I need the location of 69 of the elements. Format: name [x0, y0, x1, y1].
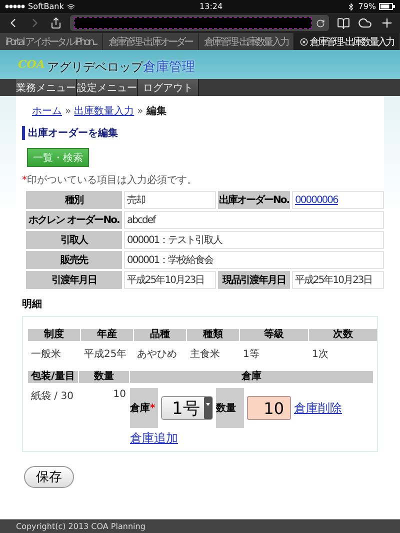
column-header: 等級 [240, 329, 308, 341]
table-cell-text: 紙袋 / 30 [30, 390, 74, 404]
warehouse-select[interactable]: 1号 [161, 396, 213, 420]
logo-highlight: 倉庫管理 [142, 59, 195, 76]
column-header: 包装/量目 [28, 371, 78, 383]
browser-tab[interactable]: 倉庫管理- 出庫数量入力 [198, 33, 294, 50]
browser-tab[interactable]: 倉庫管理- 出庫数量入力 [294, 33, 400, 50]
breadcrumb-link[interactable]: 出庫数量入力 [74, 104, 134, 118]
field-value: 000001：テスト引取人 [124, 231, 384, 249]
status-time: 13:24 [200, 2, 223, 11]
table-cell-text: 主食米 [189, 348, 221, 362]
field-label: 出庫オーダーNo. [218, 191, 290, 209]
detail-title: 明細 [22, 298, 43, 311]
breadcrumb-current: 編集 [146, 104, 166, 118]
field-label: 引取人 [26, 231, 122, 249]
close-icon[interactable] [300, 38, 308, 46]
field-value: abcdef [124, 211, 384, 229]
quantity-field[interactable]: 10 [247, 396, 291, 420]
add-tab-icon[interactable] [380, 16, 394, 30]
field-value: 平成25年10月23日 [292, 271, 384, 289]
copyright-text: Copyright(c) 2013 COA Planning [16, 522, 146, 531]
share-icon[interactable] [50, 17, 62, 29]
table-cell-text: 10 [112, 388, 127, 402]
column-header: 制度 [28, 329, 80, 341]
menu-item[interactable]: 業務メニュー [16, 79, 77, 96]
table-cell-text: 1等 [242, 348, 260, 362]
save-button[interactable]: 保存 [24, 466, 74, 488]
field-value: 000001：学校給食会 [124, 251, 384, 269]
logo-brand: COA [18, 58, 45, 71]
breadcrumb-link[interactable]: ホーム [32, 104, 62, 118]
battery-icon [379, 3, 396, 10]
column-header: 倉庫 [130, 371, 373, 383]
column-header: 次数 [309, 329, 377, 341]
field-value: 平成25年10月23日 [124, 271, 216, 289]
carrier-name: SoftBank [28, 2, 64, 11]
column-header: 品種 [134, 329, 186, 341]
field-value: 売却 [124, 191, 216, 209]
signal-icon [5, 4, 25, 9]
field-label: 販売先 [26, 251, 122, 269]
address-field[interactable] [70, 15, 329, 31]
quantity-label: 数量 [216, 388, 244, 428]
table-cell-text: あやひめ [136, 348, 178, 362]
warehouse-label: 倉庫* [130, 388, 158, 428]
table-cell-text: 一般米 [30, 348, 62, 362]
field-label: 種別 [26, 191, 122, 209]
cloud-icon[interactable] [358, 16, 372, 30]
column-header: 数量 [79, 371, 129, 383]
field-label: 引渡年月日 [26, 271, 122, 289]
breadcrumb-separator: » [137, 106, 144, 116]
bluetooth-icon [347, 2, 356, 10]
add-warehouse-link[interactable]: 倉庫追加 [130, 430, 178, 447]
required-note: *印がついている項目は入力必須です。 [22, 174, 198, 187]
breadcrumb-separator: » [65, 106, 72, 116]
column-header: 年産 [81, 329, 133, 341]
bookmarks-icon[interactable] [337, 16, 350, 30]
order-link[interactable]: 00000006 [292, 191, 384, 209]
section-heading: 出庫オーダーを編集 [22, 126, 378, 140]
table-cell-text: 1次 [311, 348, 330, 362]
logo-title: アグリデベロップ [46, 59, 143, 76]
delete-warehouse-link[interactable]: 倉庫削除 [294, 400, 342, 416]
menu-item[interactable]: ログアウト [138, 79, 199, 96]
field-label: ホクレン オーダーNo. [26, 211, 122, 229]
column-header: 種類 [187, 329, 239, 341]
field-label: 現品引渡年月日 [218, 271, 290, 289]
reload-icon[interactable] [316, 18, 325, 28]
battery-percent: 79% [358, 2, 376, 11]
wifi-icon [66, 2, 75, 10]
table-cell-text: 平成25年 [83, 348, 128, 362]
menu-item[interactable]: 設定メニュー [77, 79, 138, 96]
